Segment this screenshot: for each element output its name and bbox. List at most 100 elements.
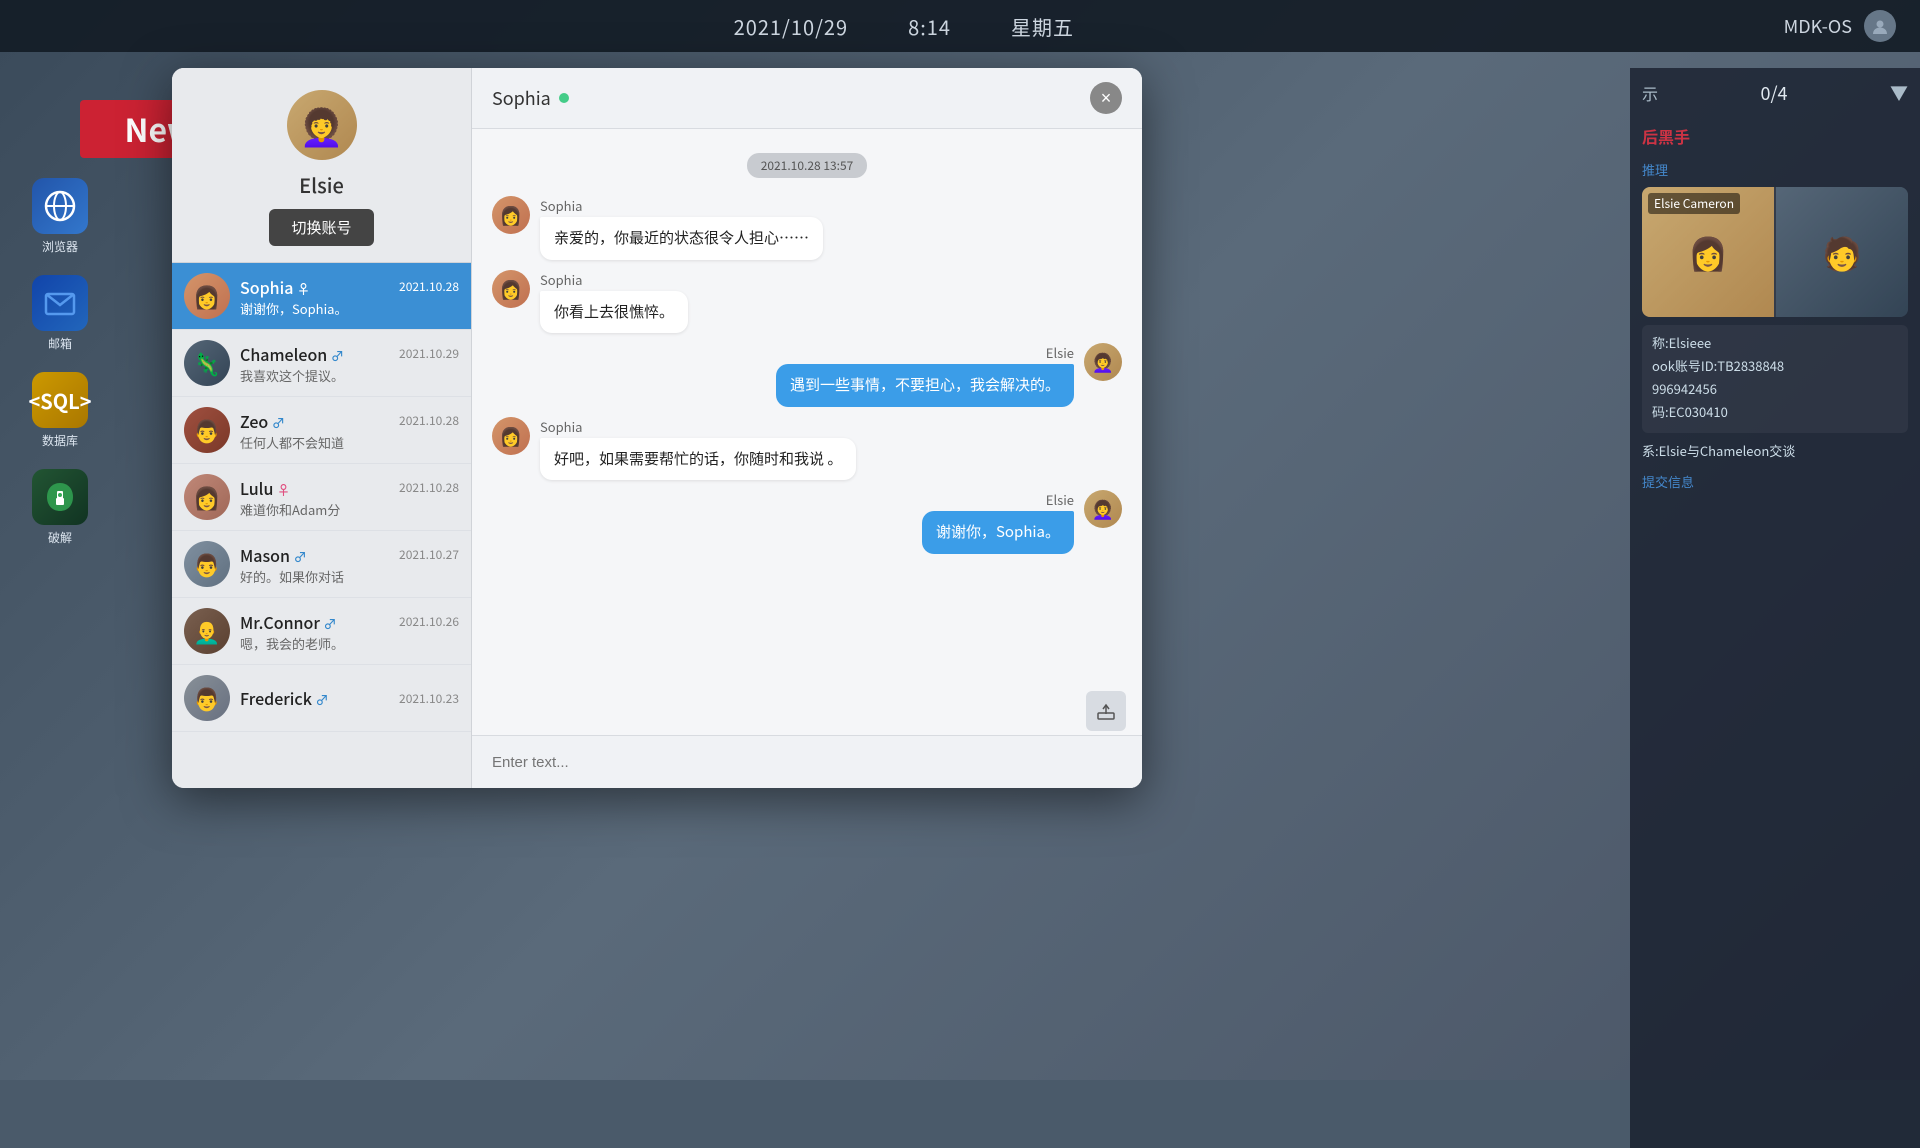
contact-item-mason[interactable]: 👨 Mason ♂ 2021.10.27 好的。如果你对话	[172, 531, 471, 598]
contact-item-sophia[interactable]: 👩 Sophia ♀ 2021.10.28 谢谢你，Sophia。	[172, 263, 471, 330]
contact-info-frederick: Frederick ♂ 2021.10.23	[240, 686, 459, 710]
topbar-avatar[interactable]	[1864, 10, 1896, 42]
db-icon-item[interactable]: <SQL> 数据库	[20, 372, 100, 449]
contact-date-mrconnor: 2021.10.26	[399, 613, 459, 630]
info-code: 码:EC030410	[1652, 402, 1898, 421]
contact-item-chameleon[interactable]: 🦎 Chameleon ♂ 2021.10.29 我喜欢这个提议。	[172, 330, 471, 397]
chat-input-area	[472, 735, 1142, 788]
contact-gender-mason: ♂	[294, 547, 307, 566]
chat-header-name: Sophia	[492, 85, 569, 111]
crack-label: 破解	[48, 529, 72, 546]
contact-gender-zeo: ♂	[272, 413, 285, 432]
msg-bubble-m2: 你看上去很憔悴。	[540, 291, 688, 334]
contact-date-chameleon: 2021.10.29	[399, 345, 459, 362]
mail-icon-item[interactable]: 邮箱	[20, 275, 100, 352]
contact-name-mason: Mason ♂	[240, 543, 307, 567]
right-panel-header: 示 0/4 ▼	[1642, 80, 1908, 112]
chat-text-input[interactable]	[492, 754, 1122, 771]
contact-preview-sophia: 谢谢你，Sophia。	[240, 299, 459, 318]
topbar-system: MDK-OS	[1784, 13, 1852, 39]
contact-gender-frederick: ♂	[316, 690, 329, 709]
chat-messages[interactable]: 2021.10.28 13:57 👩 Sophia 亲爱的，你最近的状态很令人担…	[472, 129, 1142, 687]
chat-header: Sophia ×	[472, 68, 1142, 129]
contact-info-mason: Mason ♂ 2021.10.27 好的。如果你对话	[240, 543, 459, 586]
browser-label: 浏览器	[42, 238, 78, 255]
current-user-avatar: 👩‍🦱	[287, 90, 357, 160]
expand-btn[interactable]: ▼	[1890, 80, 1908, 106]
char-img-chameleon: 🧑	[1776, 187, 1908, 317]
contact-name-row-chameleon: Chameleon ♂ 2021.10.29	[240, 342, 459, 366]
contact-name-row-mason: Mason ♂ 2021.10.27	[240, 543, 459, 567]
active-contact-name: Sophia	[492, 85, 551, 111]
switch-account-button[interactable]: 切换账号	[269, 209, 373, 246]
msg-sender-m5: Elsie	[922, 490, 1074, 509]
contact-name-row-zeo: Zeo ♂ 2021.10.28	[240, 409, 459, 433]
contact-gender-lulu: ♀	[277, 480, 290, 499]
msg-bubble-m4: 好吧，如果需要帮忙的话，你随时和我说 。	[540, 438, 856, 481]
contact-date-lulu: 2021.10.28	[399, 479, 459, 496]
contact-avatar-mrconnor: 👨‍🦲	[184, 608, 230, 654]
upload-button[interactable]	[1086, 691, 1126, 731]
contact-preview-lulu: 难道你和Adam分	[240, 500, 459, 519]
topbar-weekday: 星期五	[1011, 12, 1074, 41]
msg-avatar-m2: 👩	[492, 270, 530, 308]
contact-avatar-chameleon: 🦎	[184, 340, 230, 386]
msg-row-m2: 👩 Sophia 你看上去很憔悴。	[492, 270, 1122, 334]
timestamp-pill: 2021.10.28 13:57	[747, 153, 868, 178]
contact-preview-mason: 好的。如果你对话	[240, 567, 459, 586]
contact-item-mrconnor[interactable]: 👨‍🦲 Mr.Connor ♂ 2021.10.26 嗯，我会的老师。	[172, 598, 471, 665]
contact-item-frederick[interactable]: 👨 Frederick ♂ 2021.10.23	[172, 665, 471, 732]
contact-date-zeo: 2021.10.28	[399, 412, 459, 429]
culprit-title: 后黑手	[1642, 120, 1908, 152]
mail-label: 邮箱	[48, 335, 72, 352]
msg-bubble-m3: 遇到一些事情，不要担心，我会解决的。	[776, 364, 1074, 407]
contact-gender-sophia: ♀	[297, 279, 310, 298]
msg-content-m4: Sophia 好吧，如果需要帮忙的话，你随时和我说 。	[540, 417, 856, 481]
contact-info-chameleon: Chameleon ♂ 2021.10.29 我喜欢这个提议。	[240, 342, 459, 385]
msg-sender-m1: Sophia	[540, 196, 823, 215]
reasoning-label[interactable]: 推理	[1642, 160, 1908, 179]
browser-icon-item[interactable]: 浏览器	[20, 178, 100, 255]
contact-avatar-frederick: 👨	[184, 675, 230, 721]
contact-avatar-mason: 👨	[184, 541, 230, 587]
contact-name-chameleon: Chameleon ♂	[240, 342, 344, 366]
contact-name-row-sophia: Sophia ♀ 2021.10.28	[240, 275, 459, 299]
msg-row-m5: 👩‍🦱 Elsie 谢谢你，Sophia。	[492, 490, 1122, 554]
chat-main: Sophia × 2021.10.28 13:57 👩 Sophia 亲爱的，你…	[472, 68, 1142, 788]
msg-row-m4: 👩 Sophia 好吧，如果需要帮忙的话，你随时和我说 。	[492, 417, 1122, 481]
contact-item-zeo[interactable]: 👨 Zeo ♂ 2021.10.28 任何人都不会知道	[172, 397, 471, 464]
close-chat-button[interactable]: ×	[1090, 82, 1122, 114]
char-name-overlay: Elsie Cameron	[1648, 193, 1740, 214]
timestamp-divider: 2021.10.28 13:57	[492, 153, 1122, 178]
contact-date-sophia: 2021.10.28	[399, 278, 459, 295]
msg-sender-m2: Sophia	[540, 270, 688, 289]
info-phone: 996942456	[1652, 379, 1898, 398]
contact-avatar-lulu: 👩	[184, 474, 230, 520]
current-user-name: Elsie	[299, 170, 344, 199]
contact-avatar-sophia: 👩	[184, 273, 230, 319]
contact-date-mason: 2021.10.27	[399, 546, 459, 563]
msg-sender-m4: Sophia	[540, 417, 856, 436]
online-indicator	[559, 93, 569, 103]
topbar-right: MDK-OS	[1784, 10, 1896, 42]
msg-sender-m3: Elsie	[776, 343, 1074, 362]
contact-item-lulu[interactable]: 👩 Lulu ♀ 2021.10.28 难道你和Adam分	[172, 464, 471, 531]
msg-avatar-m3: 👩‍🦱	[1084, 343, 1122, 381]
msg-content-m3: Elsie 遇到一些事情，不要担心，我会解决的。	[776, 343, 1074, 407]
info-block: 称:Elsieee ook账号ID:TB2838848 996942456 码:…	[1642, 325, 1908, 433]
contact-list: 👩 Sophia ♀ 2021.10.28 谢谢你，Sophia。 🦎 Cham…	[172, 263, 471, 788]
contact-info-lulu: Lulu ♀ 2021.10.28 难道你和Adam分	[240, 476, 459, 519]
contact-name-frederick: Frederick ♂	[240, 686, 329, 710]
msg-bubble-m5: 谢谢你，Sophia。	[922, 511, 1074, 554]
crack-icon-item[interactable]: 破解	[20, 469, 100, 546]
contact-name-sophia: Sophia ♀	[240, 275, 310, 299]
chat-sidebar: 👩‍🦱 Elsie 切换账号 👩 Sophia ♀ 2021.10.28 谢谢你…	[172, 68, 472, 788]
msg-avatar-m1: 👩	[492, 196, 530, 234]
submit-info-btn[interactable]: 提交信息	[1642, 472, 1908, 491]
character-card: 👩 🧑 Elsie Cameron	[1642, 187, 1908, 317]
topbar-date: 2021/10/29	[734, 12, 848, 41]
info-relation: 系:Elsie与Chameleon交谈	[1642, 441, 1908, 460]
contact-info-zeo: Zeo ♂ 2021.10.28 任何人都不会知道	[240, 409, 459, 452]
contact-preview-zeo: 任何人都不会知道	[240, 433, 459, 452]
topbar-center: 2021/10/29 8:14 星期五	[734, 12, 1074, 41]
